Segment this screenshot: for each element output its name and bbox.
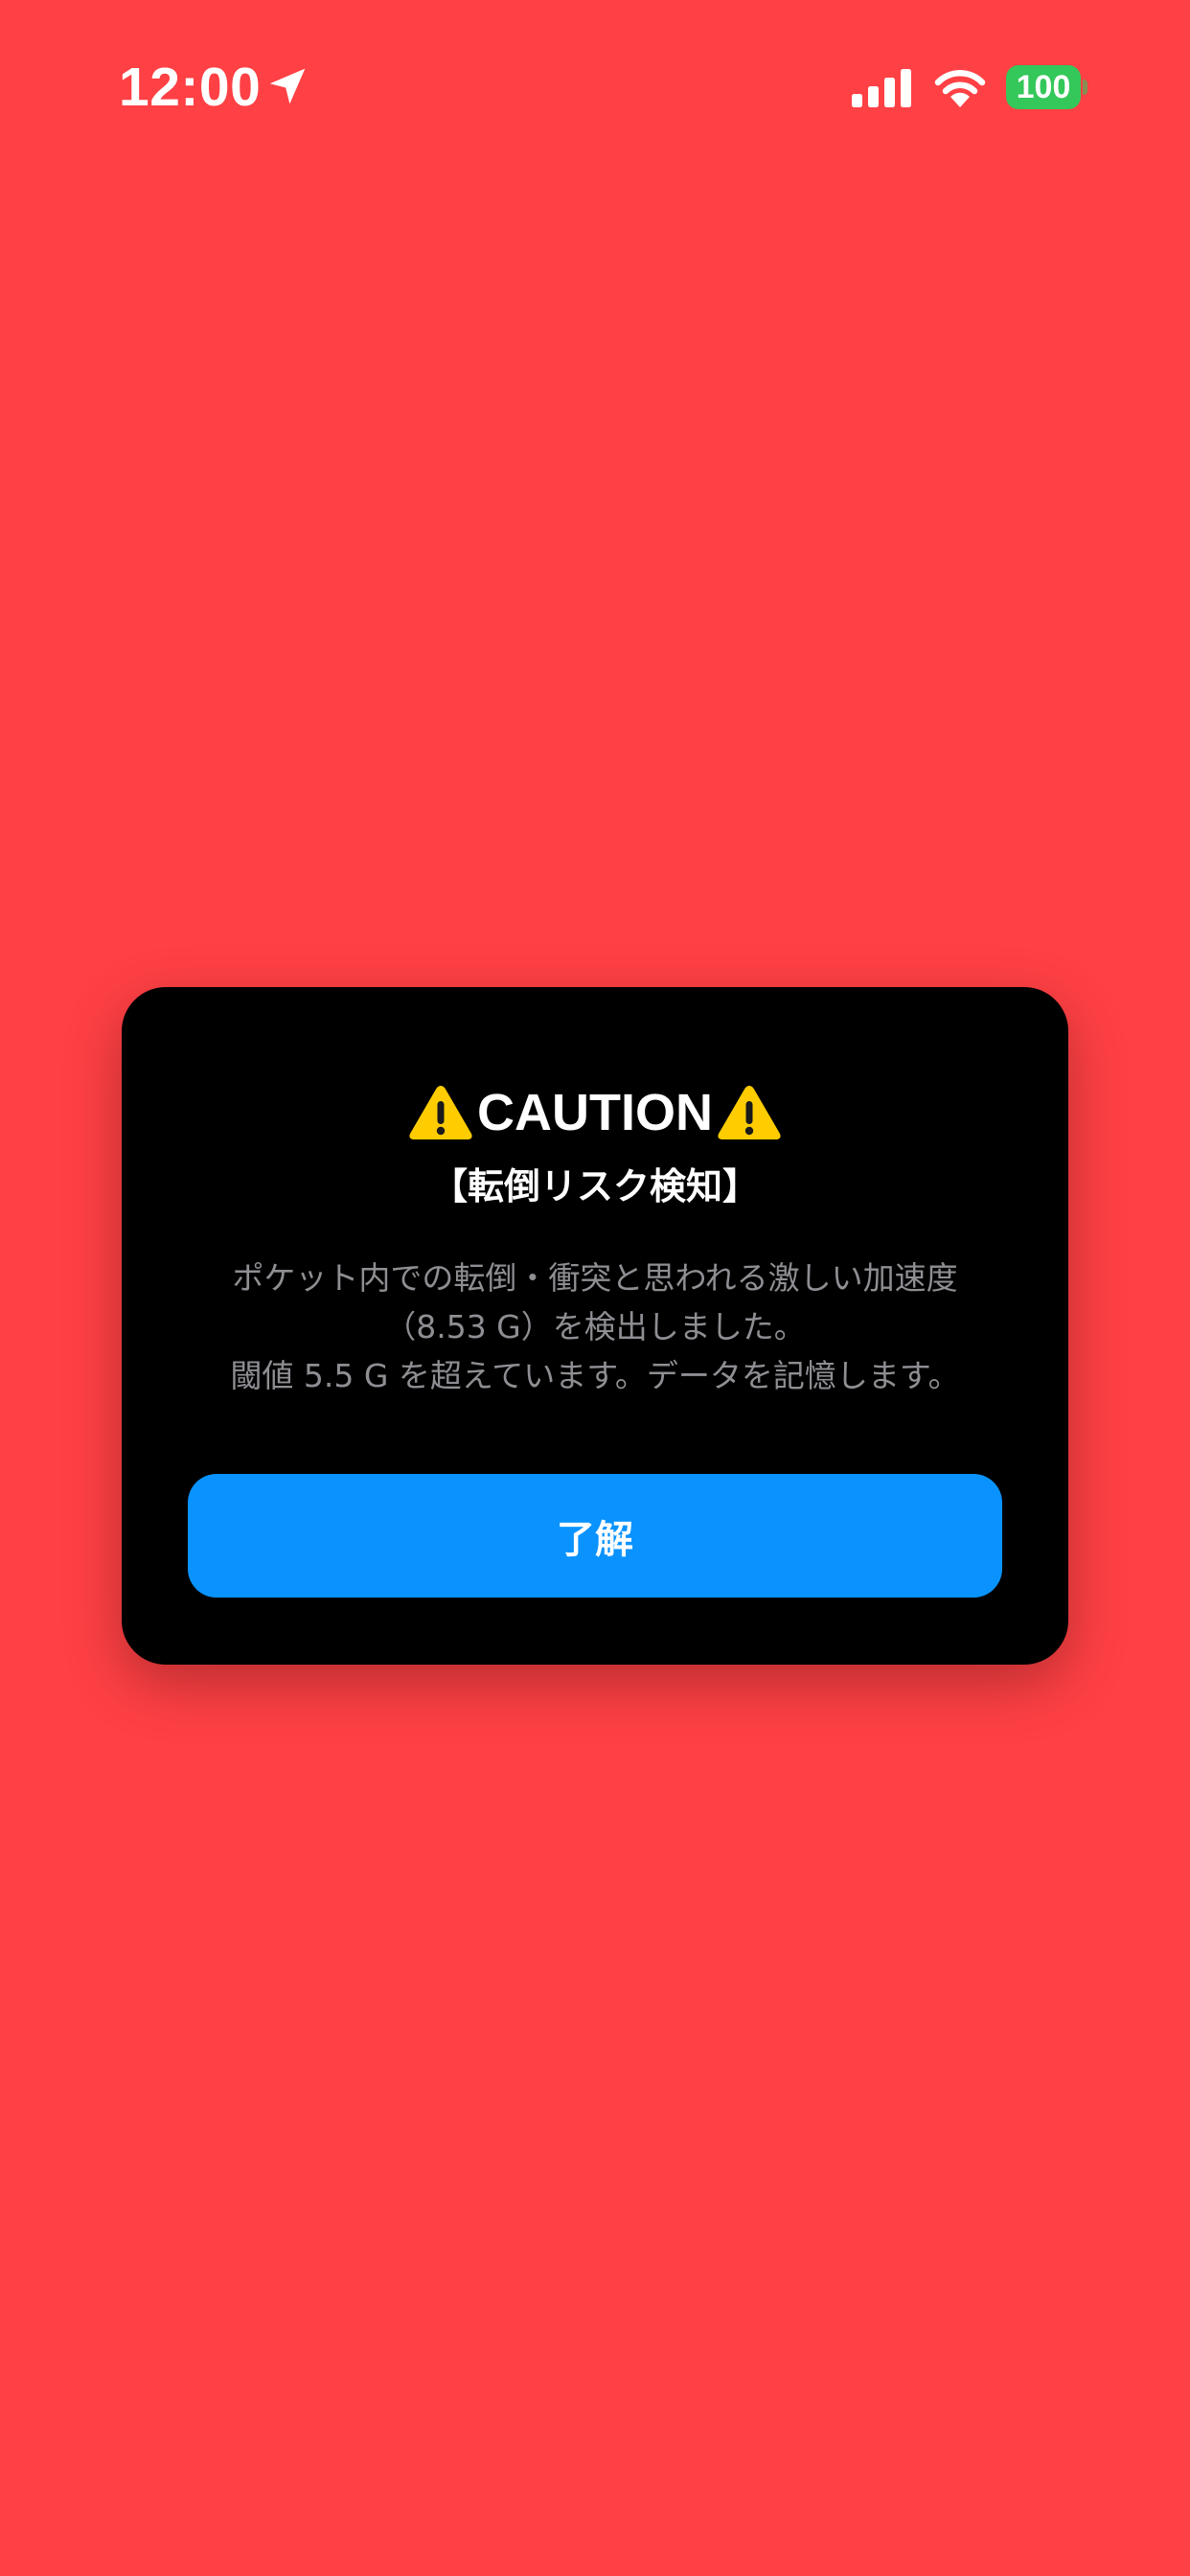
warning-icon — [718, 1086, 781, 1139]
status-time: 12:00 — [119, 57, 262, 118]
cellular-signal-icon — [852, 69, 911, 107]
screen: 12:00 100 CAUTION 【転倒リスク検知】 ポケット内での転倒・衝突… — [0, 0, 1190, 2576]
alert-message: ポケット内での転倒・衝突と思われる激しい加速度 （8.53 G）を検出しました。… — [170, 1254, 1020, 1400]
ok-button[interactable]: 了解 — [188, 1474, 1002, 1598]
alert-message-line: （8.53 G）を検出しました。 — [384, 1308, 806, 1346]
location-arrow-icon — [269, 68, 306, 104]
battery-level: 100 — [1016, 69, 1071, 105]
alert-subtitle: 【転倒リスク検知】 — [430, 1165, 759, 1208]
ok-button-label: 了解 — [557, 1517, 633, 1562]
status-bar: 12:00 100 — [0, 0, 1190, 172]
alert-message-line: ポケット内での転倒・衝突と思われる激しい加速度 — [232, 1259, 958, 1297]
alert-message-line: 閾値 5.5 G を超えています。データを記憶します。 — [230, 1357, 960, 1394]
battery-icon: 100 — [1006, 65, 1081, 109]
battery-indicator: 100 — [1006, 65, 1087, 109]
battery-tip — [1083, 80, 1087, 95]
alert-title: CAUTION — [122, 1078, 1068, 1147]
alert-title-text: CAUTION — [477, 1084, 713, 1141]
alert-dialog: CAUTION 【転倒リスク検知】 ポケット内での転倒・衝突と思われる激しい加速… — [122, 987, 1068, 1665]
wifi-icon — [934, 70, 986, 107]
warning-icon — [409, 1086, 472, 1139]
